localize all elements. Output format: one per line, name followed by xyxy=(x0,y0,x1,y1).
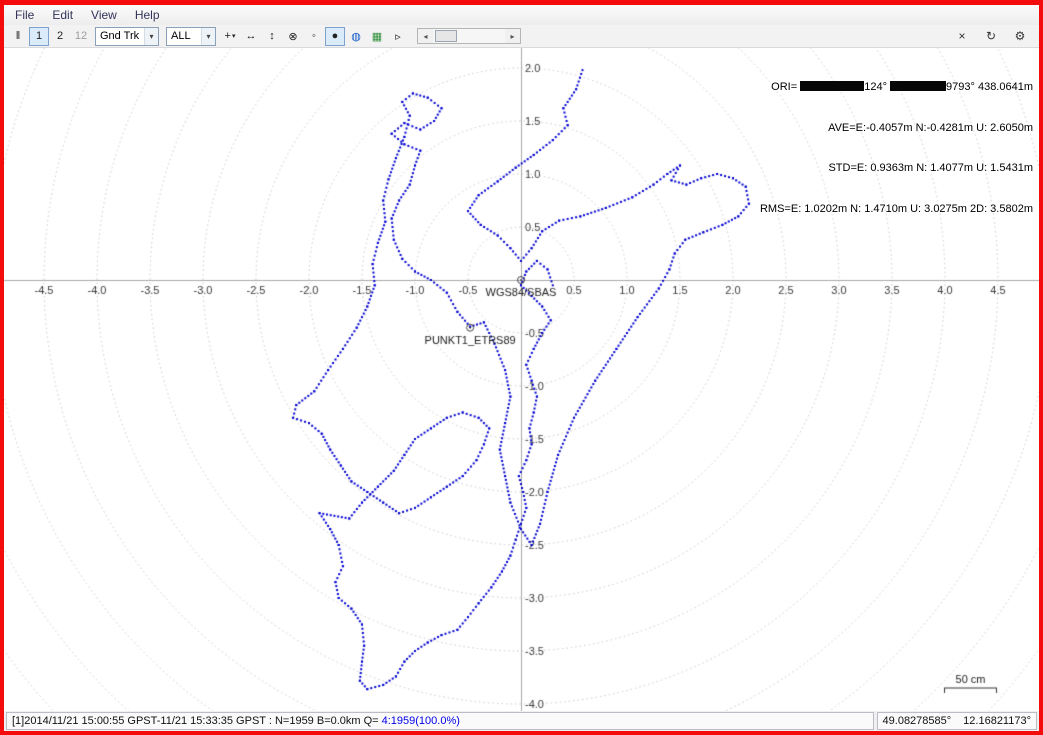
status-solution-text: [1]2014/11/21 15:00:55 GPST-11/21 15:33:… xyxy=(12,715,379,727)
status-position-panel: 49.08278585° 12.16821173° xyxy=(877,712,1037,730)
status-longitude: 12.16821173° xyxy=(963,715,1031,727)
scrollbar-thumb[interactable] xyxy=(435,30,457,42)
options-button[interactable]: ⚙ xyxy=(1010,27,1030,46)
show-grid-button[interactable]: ▦ xyxy=(367,27,387,46)
menu-item-view[interactable]: View xyxy=(82,6,126,24)
dropdown-caret-icon: ▾ xyxy=(232,32,236,40)
reload-icon: ↻ xyxy=(986,29,996,43)
reload-button[interactable]: ↻ xyxy=(981,27,1001,46)
redaction-bar xyxy=(800,81,864,91)
status-quality-text: 4:1959(100.0%) xyxy=(382,715,460,727)
center-origin-button[interactable]: +▾ xyxy=(220,27,240,46)
chevron-down-icon: ▾ xyxy=(201,28,215,45)
show-map-button[interactable]: ◍ xyxy=(346,27,366,46)
toolbar: ‖ 1212 Gnd Trk ▾ ALL ▾ +▾↔↕⊗◦●◍▦▹ ◂ ▸ ×↻… xyxy=(4,25,1039,48)
center-origin-icon: + xyxy=(225,30,231,42)
plot-type-value: Gnd Trk xyxy=(96,30,144,42)
satellite-select-value: ALL xyxy=(167,30,201,42)
solution-button-1[interactable]: 1 xyxy=(29,27,49,46)
satellite-select[interactable]: ALL ▾ xyxy=(166,27,216,46)
show-grid-icon: ▦ xyxy=(372,30,382,43)
solution-statistics: ORI= 124° 9793° 438.0641m AVE=E:-0.4057m… xyxy=(760,54,1033,243)
animate-button[interactable]: ▹ xyxy=(388,27,408,46)
options-icon: ⚙ xyxy=(1015,29,1026,43)
menu-item-help[interactable]: Help xyxy=(126,6,169,24)
solution-button-2[interactable]: 2 xyxy=(50,27,70,46)
toolbar-right-buttons: × ↻ ⚙ xyxy=(952,27,1035,46)
menu-item-edit[interactable]: Edit xyxy=(43,6,82,24)
stats-line-ori: ORI= 124° 9793° 438.0641m xyxy=(760,81,1033,95)
show-map-icon: ◍ xyxy=(351,30,361,43)
status-latitude: 49.08278585° xyxy=(883,715,952,727)
show-track-icon: ● xyxy=(332,30,339,42)
clear-icon: × xyxy=(958,29,965,43)
show-track-button[interactable]: ● xyxy=(325,27,345,46)
fit-vertical-icon: ↕ xyxy=(269,30,275,42)
toolbar-grip[interactable]: ‖ xyxy=(8,27,28,46)
grip-icon: ‖ xyxy=(16,30,21,42)
ground-track-plot: ORI= 124° 9793° 438.0641m AVE=E:-0.4057m… xyxy=(4,48,1039,711)
status-bar: [1]2014/11/21 15:00:55 GPST-11/21 15:33:… xyxy=(4,711,1039,731)
fit-vertical-button[interactable]: ↕ xyxy=(262,27,282,46)
fix-horizontal-button[interactable]: ◦ xyxy=(304,27,324,46)
redaction-bar xyxy=(890,81,946,91)
scroll-right-button[interactable]: ▸ xyxy=(505,29,520,43)
menu-bar: FileEditViewHelp xyxy=(4,5,1039,25)
stats-line-rms: RMS=E: 1.0202m N: 1.4710m U: 3.0275m 2D:… xyxy=(760,203,1033,217)
fix-center-icon: ⊗ xyxy=(288,30,297,43)
menu-item-file[interactable]: File xyxy=(6,6,43,24)
solution-buttons: 1212 xyxy=(29,27,91,46)
rtkplot-window: FileEditViewHelp ‖ 1212 Gnd Trk ▾ ALL ▾ … xyxy=(4,5,1039,731)
scroll-left-button[interactable]: ◂ xyxy=(418,29,433,43)
fix-center-button[interactable]: ⊗ xyxy=(283,27,303,46)
stats-line-std: STD=E: 0.9363m N: 1.4077m U: 1.5431m xyxy=(760,162,1033,176)
status-time-panel: [1]2014/11/21 15:00:55 GPST-11/21 15:33:… xyxy=(6,712,874,730)
toolbar-icon-buttons: +▾ ↔ ↕ ⊗ ◦ ● ◍ ▦ ▹ xyxy=(220,27,408,46)
plot-type-select[interactable]: Gnd Trk ▾ xyxy=(95,27,159,46)
scrollbar-track[interactable] xyxy=(433,29,505,43)
solution-button-12: 12 xyxy=(71,27,91,46)
stats-line-ave: AVE=E:-0.4057m N:-0.4281m U: 2.6050m xyxy=(760,122,1033,136)
fit-horizontal-button[interactable]: ↔ xyxy=(241,27,261,46)
clear-button[interactable]: × xyxy=(952,27,972,46)
time-scrollbar[interactable]: ◂ ▸ xyxy=(417,28,521,44)
animate-icon: ▹ xyxy=(395,30,401,43)
fit-horizontal-icon: ↔ xyxy=(246,30,257,42)
chevron-down-icon: ▾ xyxy=(144,28,158,45)
fix-horizontal-icon: ◦ xyxy=(312,30,316,42)
